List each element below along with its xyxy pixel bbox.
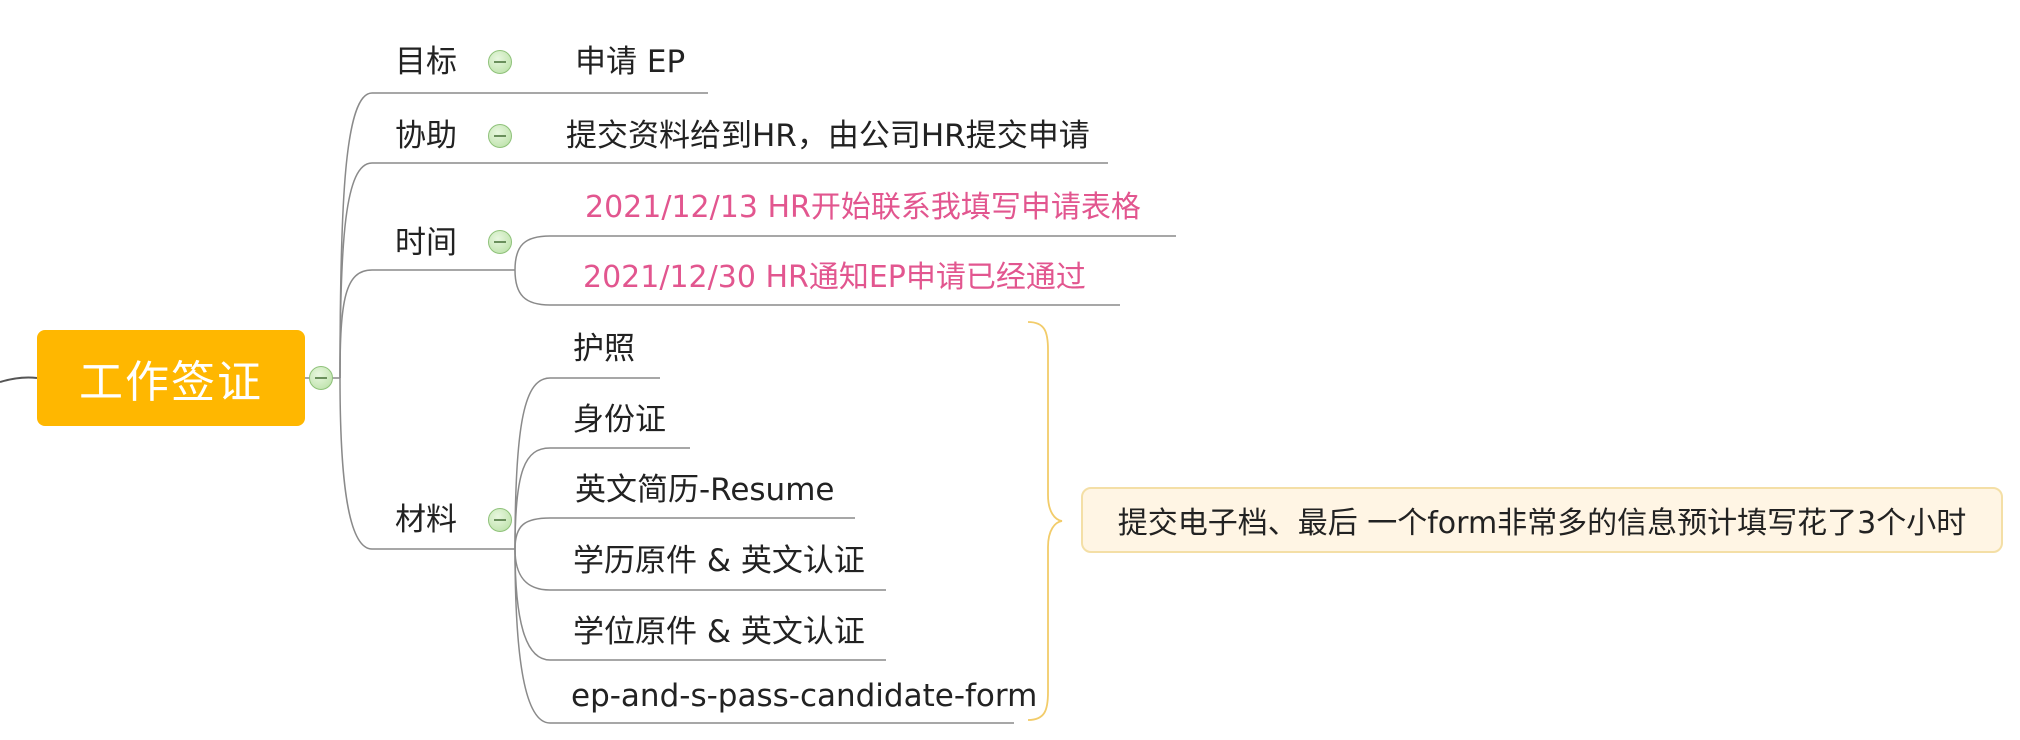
branch-goal-collapse-toggle-icon[interactable] — [488, 50, 512, 74]
branch-materials[interactable]: 材料 — [395, 500, 457, 540]
branch-line-time — [339, 269, 515, 379]
branch-time[interactable]: 时间 — [395, 223, 457, 263]
time-item-approved[interactable]: 2021/12/30 HR通知EP申请已经通过 — [583, 258, 1086, 298]
materials-summary-callout[interactable]: 提交电子档、最后 一个form非常多的信息预计填写花了3个小时 — [1081, 487, 2003, 553]
root-collapse-toggle-icon[interactable] — [309, 366, 333, 390]
time-item-start[interactable]: 2021/12/13 HR开始联系我填写申请表格 — [585, 188, 1141, 228]
materials-item-diploma[interactable]: 学历原件 & 英文认证 — [573, 541, 865, 581]
materials-summary-label: 提交电子档、最后 一个form非常多的信息预计填写花了3个小时 — [1117, 506, 1967, 541]
materials-item-resume[interactable]: 英文简历-Resume — [575, 470, 834, 510]
materials-item-id-card[interactable]: 身份证 — [573, 400, 666, 440]
branch-assist-collapse-toggle-icon[interactable] — [488, 124, 512, 148]
root-incoming-connector — [0, 376, 38, 383]
branch-goal[interactable]: 目标 — [395, 42, 457, 82]
branch-assist[interactable]: 协助 — [395, 116, 457, 156]
assist-item[interactable]: 提交资料给到HR，由公司HR提交申请 — [566, 116, 1090, 156]
branch-time-collapse-toggle-icon[interactable] — [488, 230, 512, 254]
materials-item-degree[interactable]: 学位原件 & 英文认证 — [573, 612, 865, 652]
branch-materials-collapse-toggle-icon[interactable] — [488, 508, 512, 532]
materials-item-passport[interactable]: 护照 — [573, 329, 635, 369]
root-node[interactable]: 工作签证 — [37, 330, 305, 426]
goal-item[interactable]: 申请 EP — [575, 42, 685, 82]
root-label: 工作签证 — [79, 357, 263, 408]
summary-brace — [1027, 321, 1063, 721]
materials-item-form[interactable]: ep-and-s-pass-candidate-form — [571, 676, 1037, 716]
